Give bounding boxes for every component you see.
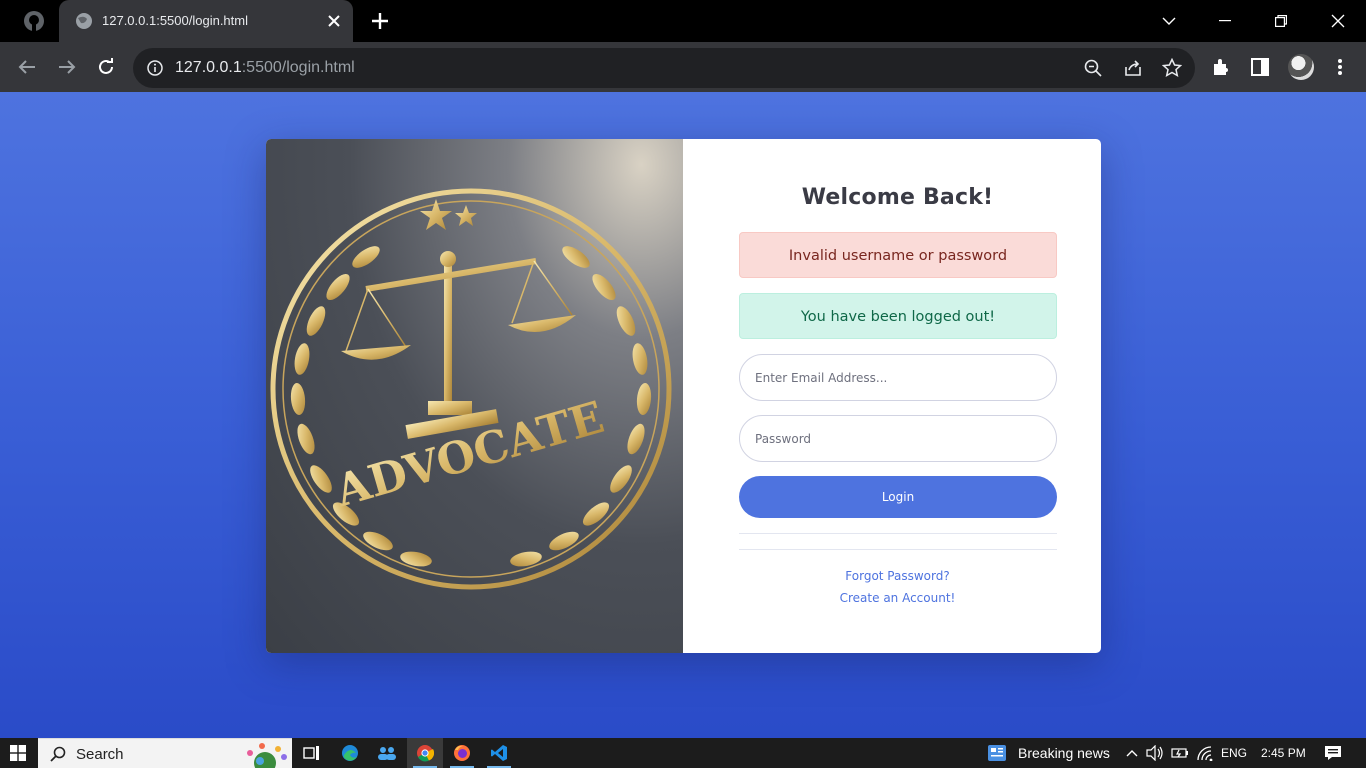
divider: [739, 533, 1057, 534]
url-host: 127.0.0.1: [175, 59, 242, 76]
side-panel-icon[interactable]: [1249, 56, 1271, 78]
profile-avatar[interactable]: [1288, 54, 1314, 80]
language-indicator[interactable]: ENG: [1221, 746, 1247, 760]
zoom-icon[interactable]: [1083, 58, 1103, 78]
chevron-up-icon[interactable]: [1123, 744, 1141, 762]
success-alert: You have been logged out!: [739, 293, 1057, 339]
close-window-button[interactable]: [1325, 8, 1351, 34]
news-icon[interactable]: [988, 744, 1006, 762]
github-icon[interactable]: [22, 9, 46, 33]
login-button[interactable]: Login: [739, 476, 1057, 518]
forgot-password-link[interactable]: Forgot Password?: [683, 569, 1101, 583]
error-alert: Invalid username or password: [739, 232, 1057, 278]
tab-title: 127.0.0.1:5500/login.html: [102, 13, 248, 28]
password-field[interactable]: Password: [739, 415, 1057, 462]
extensions-icon[interactable]: [1210, 56, 1232, 78]
tab-search-icon[interactable]: [1156, 8, 1182, 34]
close-icon[interactable]: [325, 12, 343, 30]
vscode-icon[interactable]: [481, 738, 517, 768]
address-bar[interactable]: 127.0.0.1:5500/login.html: [133, 48, 1195, 88]
divider: [739, 549, 1057, 550]
page-title: Welcome Back!: [801, 185, 994, 210]
minimize-button[interactable]: [1212, 8, 1238, 34]
clock[interactable]: 2:45 PM: [1261, 746, 1306, 760]
forward-button[interactable]: [55, 55, 79, 79]
url-text[interactable]: 127.0.0.1:5500/login.html: [175, 59, 355, 77]
battery-icon[interactable]: [1171, 744, 1189, 762]
browser-titlebar: 127.0.0.1:5500/login.html: [0, 0, 1366, 42]
url-path: :5500/login.html: [241, 59, 355, 76]
login-form: Welcome Back! Invalid username or passwo…: [683, 139, 1101, 653]
browser-toolbar: 127.0.0.1:5500/login.html: [0, 42, 1366, 92]
page-viewport: ADVOCATE Welcome Back! Invalid username …: [0, 92, 1366, 738]
bookmark-star-icon[interactable]: [1162, 58, 1182, 78]
new-tab-button[interactable]: [369, 10, 391, 32]
email-field[interactable]: Enter Email Address...: [739, 354, 1057, 401]
back-button[interactable]: [15, 55, 39, 79]
password-placeholder: Password: [755, 432, 812, 446]
tab-login[interactable]: 127.0.0.1:5500/login.html: [59, 0, 353, 42]
wifi-icon[interactable]: [1196, 744, 1214, 762]
login-card: ADVOCATE Welcome Back! Invalid username …: [266, 139, 1101, 653]
info-icon[interactable]: [147, 60, 163, 76]
globe-icon: [75, 12, 93, 30]
edge-icon[interactable]: [332, 738, 368, 768]
search-icon: [50, 746, 66, 762]
restore-button[interactable]: [1268, 8, 1294, 34]
firefox-icon[interactable]: [444, 738, 480, 768]
windows-start-icon[interactable]: [10, 745, 26, 761]
menu-icon[interactable]: [1329, 56, 1351, 78]
volume-icon[interactable]: [1146, 744, 1164, 762]
notifications-icon[interactable]: [1324, 744, 1342, 762]
task-view-icon[interactable]: [294, 738, 330, 768]
reload-button[interactable]: [94, 55, 118, 79]
advocate-seal-image: ADVOCATE: [266, 139, 683, 653]
search-highlight-icon: [240, 741, 290, 768]
taskbar: Search Breaking news ENG 2:45 PM: [0, 738, 1366, 768]
news-label[interactable]: Breaking news: [1018, 745, 1110, 761]
people-icon[interactable]: [369, 738, 405, 768]
taskbar-search[interactable]: Search: [38, 738, 292, 768]
chrome-icon[interactable]: [407, 738, 443, 768]
email-placeholder: Enter Email Address...: [755, 371, 888, 385]
share-icon[interactable]: [1123, 58, 1143, 78]
create-account-link[interactable]: Create an Account!: [683, 591, 1101, 605]
search-label: Search: [76, 746, 124, 763]
